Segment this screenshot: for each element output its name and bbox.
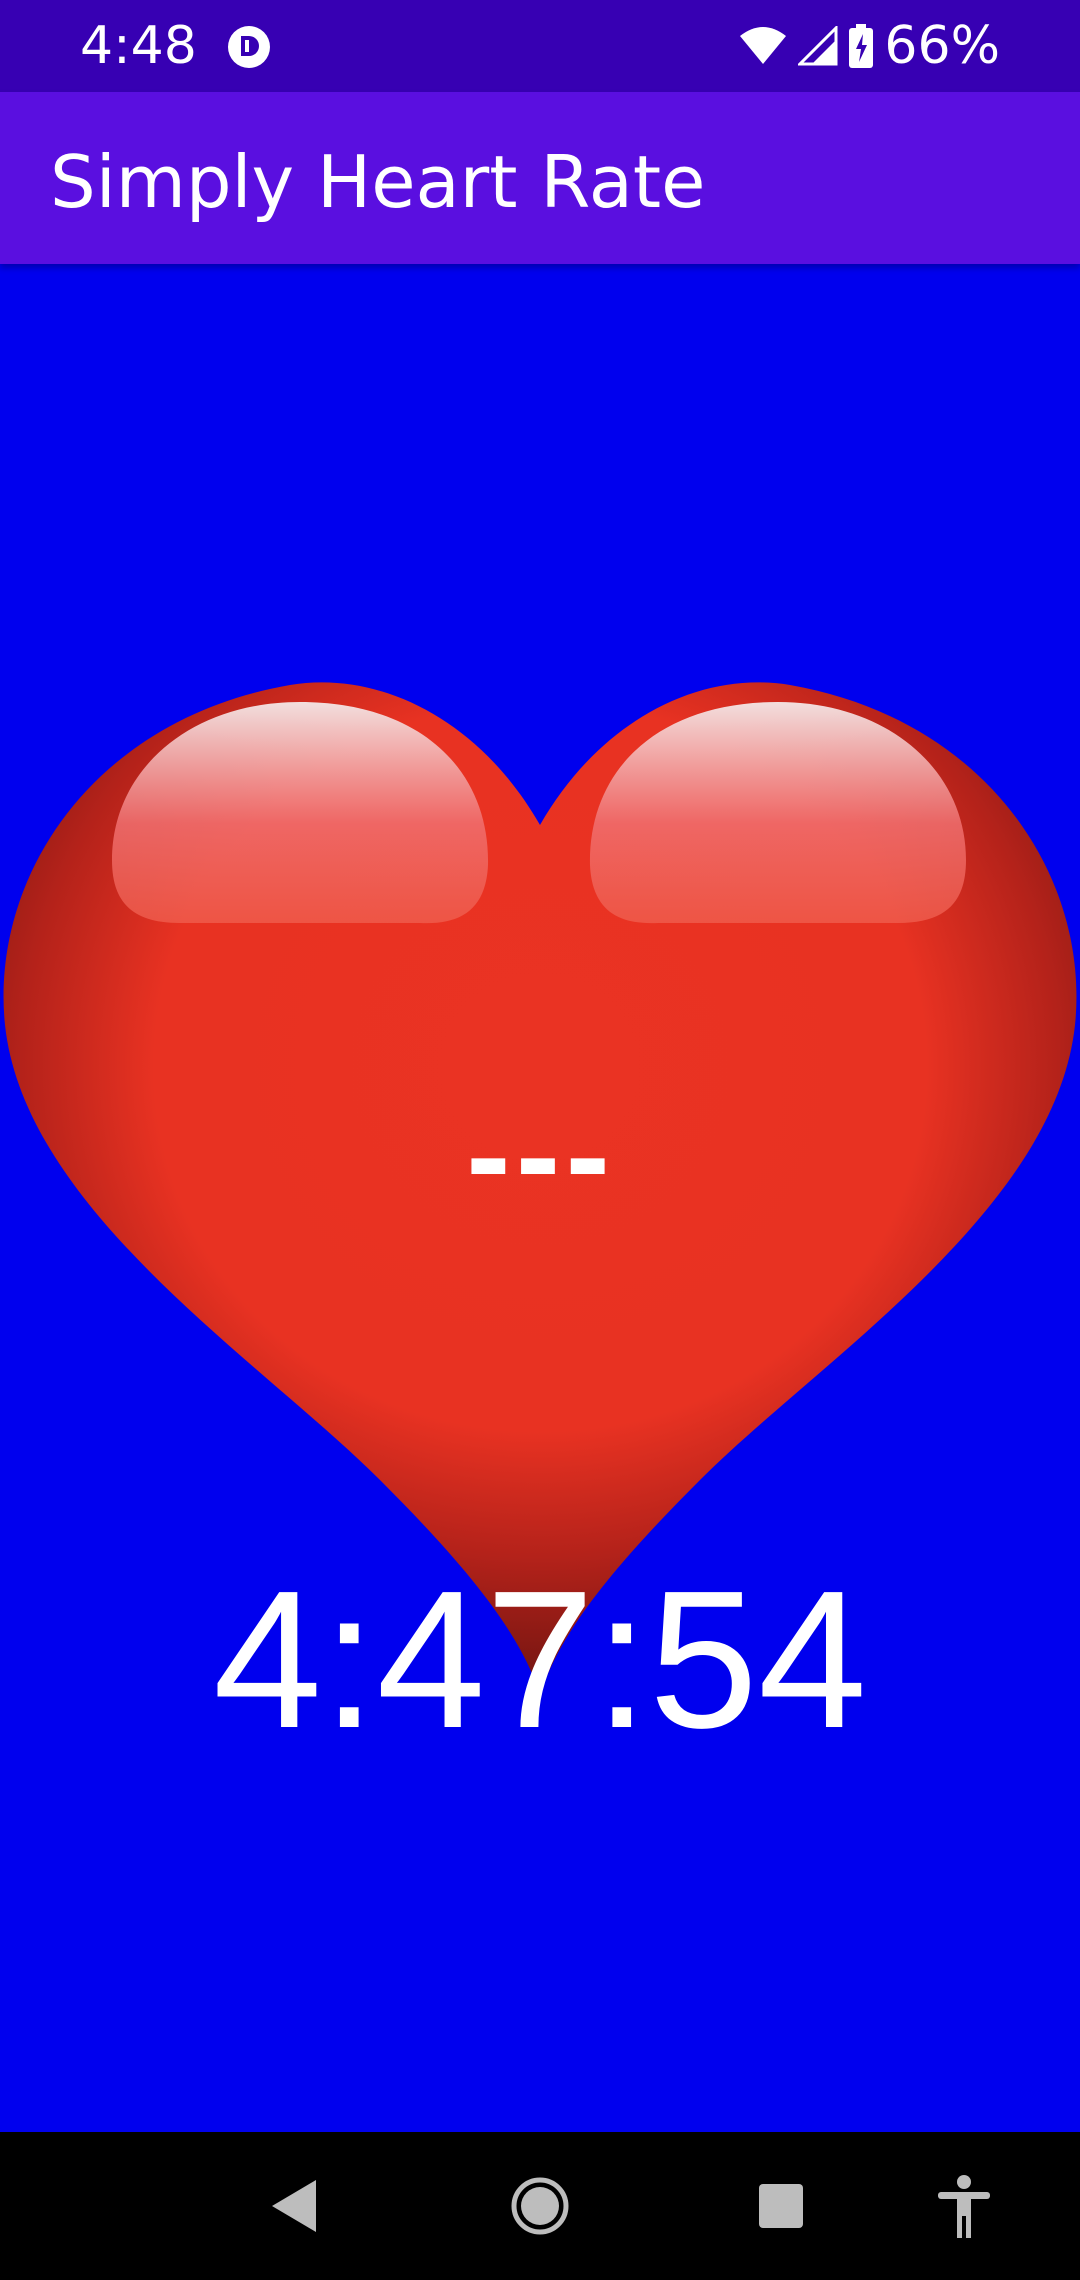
navigation-bar (0, 2132, 1080, 2280)
app-notification-icon (228, 26, 270, 68)
battery-charging-icon (849, 24, 874, 68)
screen: 4:48 66% Simply Heart Rate --- 4:47:54 (0, 0, 1080, 2280)
recents-icon[interactable] (741, 2166, 821, 2246)
cell-signal-icon (798, 26, 838, 66)
wifi-icon (740, 27, 787, 64)
back-icon[interactable] (254, 2166, 334, 2246)
heart-rate-value: --- (465, 1096, 615, 1224)
status-right-group: 66% (738, 18, 1000, 74)
status-time: 4:48 (80, 16, 197, 76)
accessibility-icon[interactable] (924, 2166, 1004, 2246)
clock-time: 4:47:54 (213, 1550, 867, 1769)
app-bar: Simply Heart Rate (0, 92, 1080, 264)
status-bar: 4:48 66% (0, 0, 1080, 92)
battery-percent: 66% (884, 16, 1000, 76)
app-title: Simply Heart Rate (50, 140, 706, 224)
home-icon[interactable] (500, 2166, 580, 2246)
